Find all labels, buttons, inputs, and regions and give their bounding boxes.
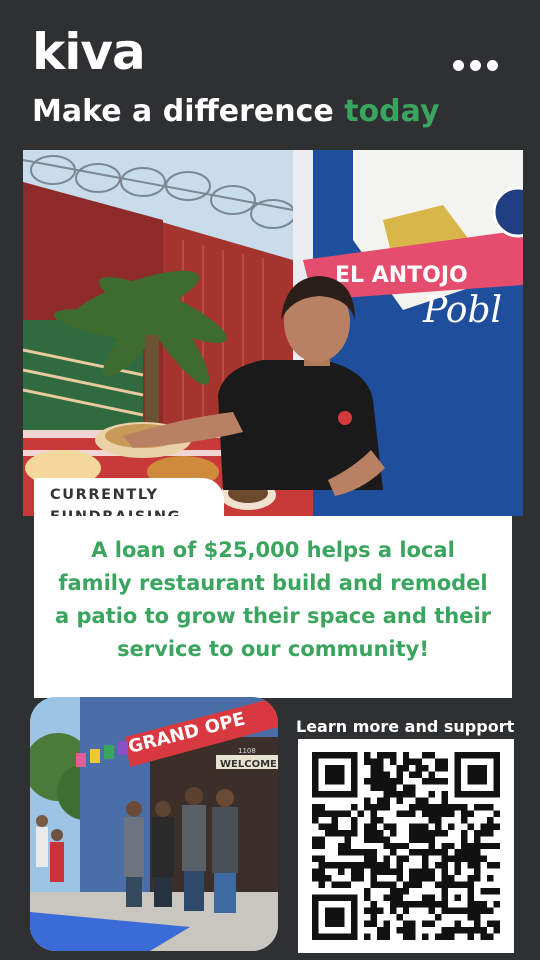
mural-sign-text: EL ANTOJO (335, 263, 468, 288)
dot (452, 59, 464, 71)
qr-code-icon[interactable] (298, 739, 514, 953)
more-options-icon[interactable] (450, 54, 500, 76)
storefront-photo: GRAND OPE WELCOME 1108 (30, 697, 278, 951)
address-number: 1108 (238, 747, 256, 755)
dot (486, 59, 498, 71)
mural-sign-script: Pobl (422, 290, 502, 331)
kiva-logo: kiva (32, 23, 146, 81)
badge-line-1: CURRENTLY (50, 487, 159, 503)
hero-photo: EL ANTOJO Pobl (23, 150, 523, 516)
loan-description: A loan of $25,000 helps a local family r… (54, 538, 492, 661)
headline-accent: today (344, 94, 440, 129)
fundraising-panel: A loan of $25,000 helps a local family r… (34, 516, 512, 698)
headline-prefix: Make a difference (32, 94, 345, 129)
welcome-sign: WELCOME (220, 759, 277, 770)
headline: Make a difference today (32, 92, 440, 132)
learn-more-label: Learn more and support (296, 717, 515, 736)
dot (469, 59, 481, 71)
